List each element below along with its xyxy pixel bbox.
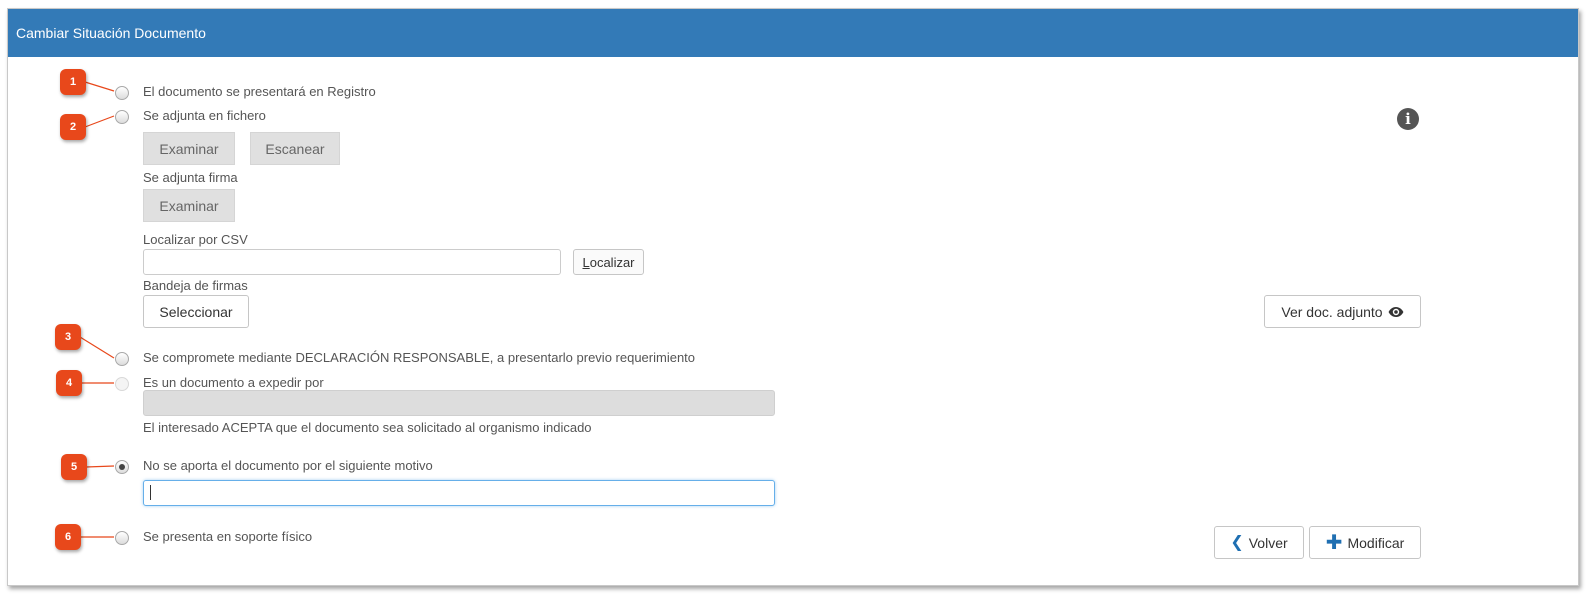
callout-badge-3: 3 <box>55 324 81 350</box>
callout-badge-1: 1 <box>60 69 86 95</box>
callout-badge-5: 5 <box>61 454 87 480</box>
callout-badge-2: 2 <box>60 114 86 140</box>
callout-badge-4: 4 <box>56 370 82 396</box>
callout-badge-6: 6 <box>55 524 81 550</box>
callout-connectors <box>79 81 115 538</box>
